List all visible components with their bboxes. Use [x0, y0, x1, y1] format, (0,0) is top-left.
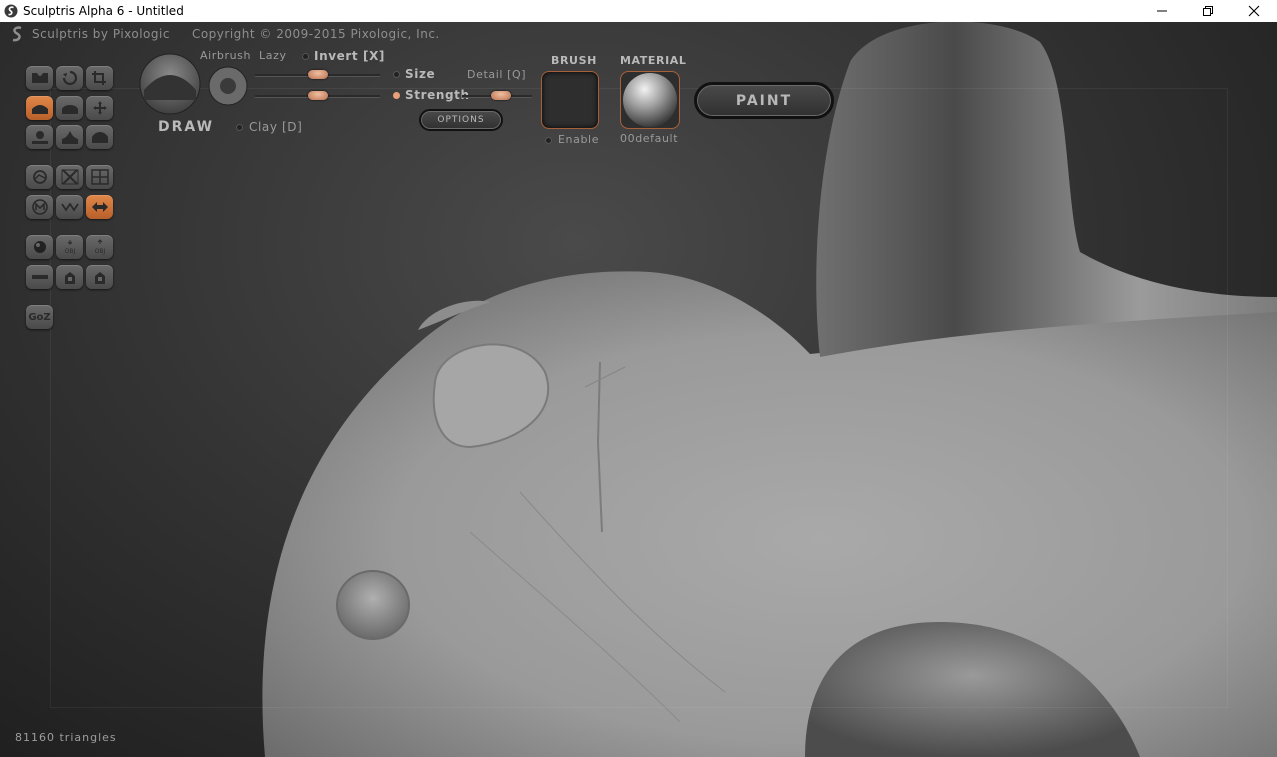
tool-pinch-button[interactable] — [56, 125, 83, 149]
airbrush-label[interactable]: Airbrush — [200, 49, 251, 62]
move-arrows-icon — [92, 101, 107, 115]
export-obj-label: OBJ — [94, 248, 105, 255]
strength-toggle[interactable] — [393, 92, 400, 99]
tool-symmetry-m-button[interactable] — [26, 195, 53, 219]
tool-export-obj-button[interactable]: OBJ — [86, 235, 113, 259]
brush-name: DRAW — [158, 119, 215, 135]
sculptris-app-icon — [4, 4, 18, 18]
clay-label: Clay [D] — [249, 120, 303, 134]
tool-draw-button[interactable] — [26, 96, 53, 120]
material-sphere-preview[interactable] — [620, 71, 680, 129]
import-obj-icon: OBJ — [64, 240, 75, 255]
plane-icon — [31, 275, 48, 279]
zigzag-icon — [60, 202, 79, 212]
tool-new-plane-button[interactable] — [26, 265, 53, 289]
material-title: MATERIAL — [620, 54, 687, 67]
tool-new-sphere-button[interactable] — [26, 235, 53, 259]
close-button[interactable] — [1231, 0, 1277, 22]
tool-open-file-button[interactable] — [56, 265, 83, 289]
minimize-button[interactable] — [1139, 0, 1185, 22]
tool-mask-button[interactable] — [56, 165, 83, 189]
tool-reduce-button[interactable] — [26, 165, 53, 189]
tool-crease-button[interactable] — [26, 66, 53, 90]
brush-enable-toggle[interactable] — [545, 137, 552, 144]
tool-save-file-button[interactable] — [86, 265, 113, 289]
strength-slider-knob[interactable] — [308, 91, 328, 100]
header-credit: Sculptris by Pixologic Copyright © 2009-… — [10, 26, 440, 42]
tool-inflate-button[interactable] — [26, 125, 53, 149]
tool-scale-button[interactable] — [86, 66, 113, 90]
brush-box-title: BRUSH — [551, 54, 597, 67]
restore-button[interactable] — [1185, 0, 1231, 22]
goz-button[interactable]: GoZ — [26, 305, 53, 329]
tool-grab-button[interactable] — [86, 96, 113, 120]
flatten-icon — [61, 105, 78, 114]
scale-icon — [91, 71, 106, 85]
pixologic-logo-icon — [12, 26, 22, 42]
tool-flatten-button[interactable] — [56, 96, 83, 120]
size-slider-knob[interactable] — [308, 70, 328, 79]
export-obj-icon: OBJ — [94, 239, 105, 255]
options-button[interactable]: OPTIONS — [419, 109, 503, 131]
detail-slider-knob[interactable] — [491, 91, 511, 100]
symmetry-arrows-icon — [91, 202, 108, 212]
clay-toggle[interactable] — [236, 124, 243, 131]
alpha-stamp-icon[interactable] — [208, 66, 248, 106]
strength-label: Strength — [405, 88, 470, 102]
inflate-icon — [31, 131, 48, 144]
invert-toggle[interactable] — [302, 53, 309, 60]
symmetry-m-icon — [31, 199, 48, 215]
draw-brush-preview-icon[interactable] — [138, 52, 202, 116]
save-file-icon — [94, 272, 105, 284]
import-obj-label: OBJ — [64, 248, 75, 255]
tool-subdivide-button[interactable] — [56, 195, 83, 219]
triangle-count: 81160 triangles — [15, 731, 117, 744]
tool-smooth-button[interactable] — [86, 125, 113, 149]
rotate-icon — [62, 70, 77, 86]
app-credit: Sculptris by Pixologic — [32, 27, 170, 41]
cross-mask-icon — [61, 169, 78, 185]
size-toggle[interactable] — [393, 71, 400, 78]
draw-brush-icon — [31, 105, 48, 114]
crease-icon — [31, 73, 48, 83]
paint-mode-button[interactable]: PAINT — [694, 82, 834, 119]
minimize-icon — [1157, 10, 1167, 12]
reduce-icon — [32, 170, 47, 184]
invert-label: Invert [X] — [314, 49, 386, 63]
tool-import-obj-button[interactable]: OBJ — [56, 235, 83, 259]
goz-label: GoZ — [28, 311, 51, 323]
sculpt-viewport[interactable]: Sculptris by Pixologic Copyright © 2009-… — [0, 22, 1277, 757]
brush-enable-label: Enable — [558, 133, 600, 146]
smooth-icon — [91, 132, 108, 143]
wireframe-grid-icon — [90, 169, 109, 185]
title-bar: Sculptris Alpha 6 - Untitled — [0, 0, 1277, 22]
close-icon — [1248, 5, 1260, 17]
tool-rotate-button[interactable] — [56, 66, 83, 90]
brush-texture-slot[interactable] — [541, 71, 599, 129]
window-title: Sculptris Alpha 6 - Untitled — [23, 4, 184, 18]
material-name: 00default — [620, 132, 679, 145]
open-file-icon — [64, 272, 75, 284]
copyright-text: Copyright © 2009-2015 Pixologic, Inc. — [191, 27, 440, 41]
detail-label: Detail [Q] — [467, 68, 527, 81]
tool-wireframe-button[interactable] — [86, 165, 113, 189]
sphere-icon — [33, 241, 46, 253]
pinch-icon — [61, 131, 78, 144]
lazy-label[interactable]: Lazy — [259, 49, 287, 62]
restore-icon — [1203, 6, 1213, 16]
tool-symmetry-button[interactable] — [86, 195, 113, 219]
size-label: Size — [405, 67, 436, 81]
